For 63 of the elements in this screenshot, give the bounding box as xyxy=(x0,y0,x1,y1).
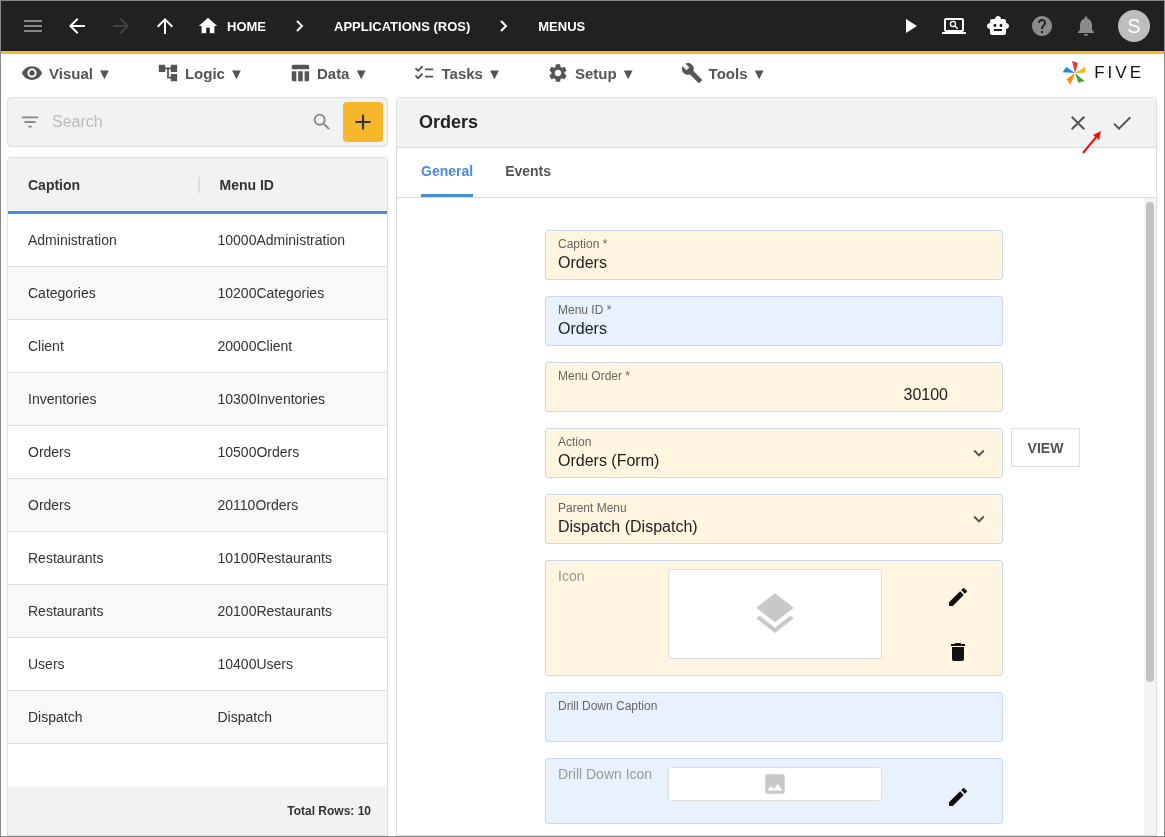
table-cell-text: Client xyxy=(27,338,65,354)
table-cell-text: Dispatch xyxy=(27,709,84,725)
table-cell-text: Restaurants xyxy=(27,550,105,566)
table-row[interactable]: Categories 10200Categories xyxy=(8,267,387,320)
select-field[interactable]: Parent Menu Dispatch (Dispatch) xyxy=(545,494,1003,544)
menu-item[interactable]: Logic ▼ xyxy=(156,62,244,84)
table-row[interactable]: Inventories 10300Inventories xyxy=(8,373,387,426)
table-cell-text: Restaurants xyxy=(27,603,105,619)
search-field[interactable]: Search xyxy=(7,97,388,147)
table-cell-text: 10400Users xyxy=(216,656,294,672)
menu-item[interactable]: Tasks ▼ xyxy=(413,62,502,84)
settings-icon xyxy=(546,62,569,84)
table-cell-text: Dispatch xyxy=(216,709,273,725)
scrollbar[interactable] xyxy=(1144,198,1156,835)
help-icon[interactable] xyxy=(1030,14,1054,38)
table-cell-text: 10500Orders xyxy=(216,444,301,460)
menu-item[interactable]: Data ▼ xyxy=(288,62,369,84)
column-header[interactable]: Caption xyxy=(8,176,198,193)
breadcrumb-link[interactable]: APPLICATIONS (ROS) xyxy=(334,18,471,34)
chevron-right-icon xyxy=(500,20,509,32)
table-row[interactable]: Dispatch Dispatch xyxy=(8,691,387,744)
form-title: Orders xyxy=(419,112,479,133)
table-cell-text: Users xyxy=(27,656,66,672)
image-field: Drill Down Icon xyxy=(545,758,1003,824)
logo-text: FIVE xyxy=(1094,63,1144,83)
wrench-icon xyxy=(680,62,703,84)
text-field[interactable]: Drill Down Caption xyxy=(545,692,1003,742)
table-cell-text: Categories xyxy=(27,285,97,301)
breadcrumb-link[interactable]: MENUS xyxy=(538,18,586,34)
table-cell-text: Inventories xyxy=(27,391,98,407)
table-cell-text: 20100Restaurants xyxy=(216,603,333,619)
edit-icon[interactable] xyxy=(946,785,970,809)
chevron-right-icon xyxy=(296,20,304,32)
flow-icon xyxy=(156,62,179,84)
table-cell-text: 10200Categories xyxy=(216,285,326,301)
table-cell-text: Orders xyxy=(27,444,72,460)
menu-item[interactable]: Setup ▼ xyxy=(546,62,636,84)
image-field: Icon xyxy=(545,560,1003,676)
table-cell-text: 10100Restaurants xyxy=(216,550,333,566)
select-field[interactable]: Action Orders (Form) xyxy=(545,428,1003,478)
menu-item[interactable]: Visual ▼ xyxy=(21,62,112,84)
total-rows-text: Total Rows: 10 xyxy=(287,804,371,818)
table-cell-text: 10000Administration xyxy=(216,232,347,248)
tab[interactable]: Events xyxy=(505,148,552,197)
table-row[interactable]: Orders 20110Orders xyxy=(8,479,387,532)
breadcrumb-link[interactable]: HOME xyxy=(227,18,266,34)
text-field[interactable]: Menu ID * Orders xyxy=(545,296,1003,346)
menu-item[interactable]: Tools ▼ xyxy=(680,62,767,84)
image-icon xyxy=(762,771,788,797)
table-cell-text: 20110Orders xyxy=(216,497,300,513)
add-button[interactable] xyxy=(343,102,383,142)
tab[interactable]: General xyxy=(421,148,474,197)
table-row[interactable]: Restaurants 20100Restaurants xyxy=(8,585,387,638)
table-cell-text: Orders xyxy=(27,497,72,513)
text-field[interactable]: Menu Order * 30100 xyxy=(545,362,1003,412)
text-field[interactable]: Caption * Orders xyxy=(545,230,1003,280)
annotation-arrow xyxy=(1081,129,1103,155)
view-button[interactable]: VIEW xyxy=(1011,428,1080,467)
column-header[interactable]: Menu ID xyxy=(197,176,387,193)
robot-icon[interactable] xyxy=(986,14,1010,38)
table-cell-text: 10300Inventories xyxy=(216,391,326,407)
table-cell-text: Administration xyxy=(27,232,118,248)
table-cell-text: 20000Client xyxy=(216,338,294,354)
